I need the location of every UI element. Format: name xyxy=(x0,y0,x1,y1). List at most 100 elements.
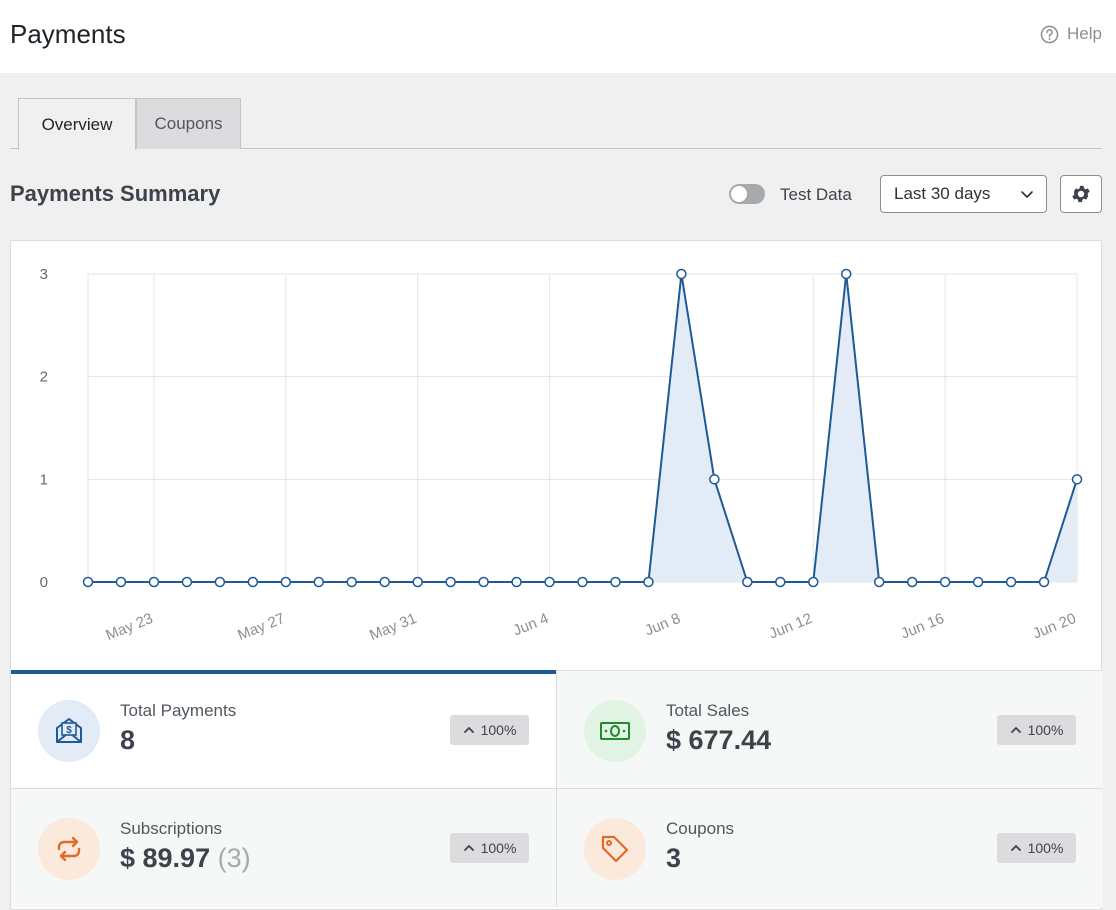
stat-value: 8 xyxy=(120,725,136,755)
chevron-up-icon xyxy=(463,727,474,733)
data-point xyxy=(1005,576,1017,588)
x-tick-label: May 23 xyxy=(103,610,155,644)
data-point xyxy=(972,576,984,588)
banknote-icon xyxy=(600,722,630,740)
data-point xyxy=(214,576,226,588)
gear-icon xyxy=(1072,185,1090,203)
chevron-up-icon xyxy=(1010,727,1021,733)
data-point xyxy=(939,576,951,588)
data-point xyxy=(148,576,160,588)
stat-total-sales[interactable]: Total Sales $ 677.44 100% xyxy=(557,671,1103,789)
data-point xyxy=(181,576,193,588)
payments-chart: 0 1 2 3 May 23 May 27 May 31 Jun 4 Jun 8 Jun 12 Ju… xyxy=(40,266,1083,644)
y-tick-label: 0 xyxy=(40,574,48,591)
question-circle-icon xyxy=(1040,25,1059,43)
data-point xyxy=(906,576,918,588)
data-point xyxy=(840,268,852,280)
help-link[interactable]: Help xyxy=(1040,24,1102,44)
x-tick-label: Jun 16 xyxy=(898,610,946,643)
data-point xyxy=(808,576,819,588)
test-data-label: Test Data xyxy=(780,185,852,204)
repeat-icon xyxy=(57,836,81,862)
summary-panel: 0 1 2 3 May 23 May 27 May 31 Jun 4 Jun 8 Jun 12 Ju… xyxy=(10,240,1103,910)
x-tick-label: May 31 xyxy=(367,610,419,644)
data-point xyxy=(742,576,753,588)
change-badge: 100% xyxy=(450,833,529,863)
svg-text:$: $ xyxy=(66,725,72,736)
date-range-value: Last 30 days xyxy=(894,184,991,203)
subscription-amount: $ 89.97 xyxy=(120,843,211,873)
date-range-select[interactable]: Last 30 days xyxy=(880,175,1047,213)
series-area xyxy=(88,274,1077,582)
y-tick-label: 3 xyxy=(40,266,48,283)
data-point xyxy=(544,576,555,588)
tag-icon xyxy=(601,835,629,863)
change-value: 100% xyxy=(1027,722,1064,738)
stat-label: Total Sales xyxy=(666,701,750,720)
stat-total-payments[interactable]: $ Total Payments 8 100% xyxy=(11,670,557,789)
change-badge: 100% xyxy=(450,715,529,745)
stat-icon-badge xyxy=(584,818,646,880)
data-point xyxy=(511,576,522,588)
data-point xyxy=(313,576,325,588)
data-point xyxy=(577,576,588,588)
data-point xyxy=(873,576,885,588)
x-tick-label: Jun 4 xyxy=(511,610,551,640)
help-label: Help xyxy=(1067,24,1102,43)
tab-overview[interactable]: Overview xyxy=(18,98,136,150)
y-tick-label: 2 xyxy=(40,369,48,386)
data-point xyxy=(610,576,621,588)
data-point xyxy=(1038,576,1050,588)
stat-icon-badge: $ xyxy=(38,700,100,762)
data-point xyxy=(478,576,489,588)
change-badge: 100% xyxy=(997,833,1076,863)
toggle-knob xyxy=(731,186,747,202)
stat-subscriptions[interactable]: Subscriptions $ 89.97 (3) 100% xyxy=(11,789,557,907)
chevron-up-icon xyxy=(463,845,474,851)
x-tick-label: Jun 12 xyxy=(767,610,815,643)
data-point xyxy=(709,474,720,485)
stat-value: 3 xyxy=(666,843,682,873)
test-data-toggle[interactable] xyxy=(729,184,765,204)
envelope-dollar-icon: $ xyxy=(56,718,82,743)
x-tick-label: Jun 8 xyxy=(642,610,682,640)
stat-icon-badge xyxy=(584,700,646,762)
data-point xyxy=(775,576,786,588)
tab-bar: Overview Coupons xyxy=(10,98,1102,150)
y-tick-label: 1 xyxy=(40,471,48,488)
stat-label: Subscriptions xyxy=(120,819,223,838)
series-line xyxy=(88,273,1078,583)
chevron-up-icon xyxy=(1010,845,1021,851)
x-tick-label: May 27 xyxy=(235,610,287,644)
change-value: 100% xyxy=(1027,840,1064,856)
change-badge: 100% xyxy=(997,715,1076,745)
stats-grid: $ Total Payments 8 100% Total Sales $ 67… xyxy=(11,670,1103,910)
data-point xyxy=(1071,474,1083,485)
change-value: 100% xyxy=(480,722,517,738)
data-point xyxy=(115,576,127,588)
data-point xyxy=(280,576,292,588)
data-point xyxy=(379,576,390,588)
page-title: Payments xyxy=(10,19,126,49)
top-bar: Payments Help xyxy=(0,0,1116,73)
chevron-down-icon xyxy=(1021,191,1033,198)
stat-value: $ 89.97 (3) xyxy=(120,843,251,874)
stat-coupons[interactable]: Coupons 3 100% xyxy=(557,789,1103,907)
section-title: Payments Summary xyxy=(10,181,221,206)
data-point xyxy=(346,576,357,588)
tab-coupons[interactable]: Coupons xyxy=(136,98,241,149)
data-point xyxy=(643,576,654,588)
stat-label: Coupons xyxy=(666,819,735,838)
settings-button[interactable] xyxy=(1060,175,1102,213)
data-point xyxy=(82,576,94,588)
data-point xyxy=(445,576,456,588)
data-point xyxy=(676,268,687,280)
stat-label: Total Payments xyxy=(120,701,237,720)
data-point xyxy=(247,576,259,588)
stat-value: $ 677.44 xyxy=(666,725,772,755)
stat-icon-badge xyxy=(38,818,100,880)
data-point xyxy=(412,576,423,588)
x-tick-label: Jun 20 xyxy=(1030,610,1078,643)
subscription-count: (3) xyxy=(217,843,251,873)
change-value: 100% xyxy=(480,840,517,856)
